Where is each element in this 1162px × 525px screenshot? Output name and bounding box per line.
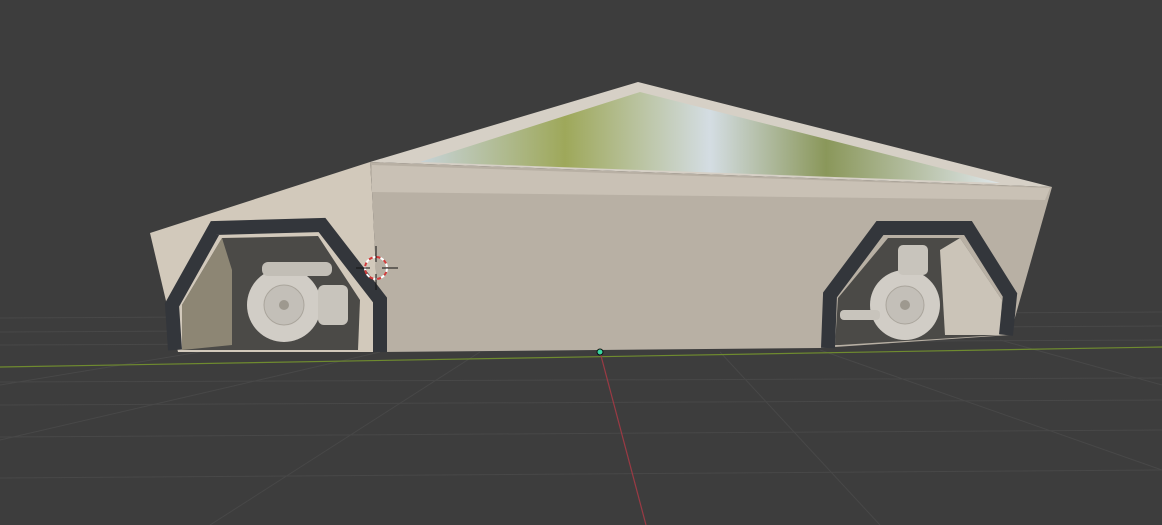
object-origin-icon[interactable]	[596, 348, 604, 356]
3d-viewport[interactable]	[0, 0, 1162, 525]
